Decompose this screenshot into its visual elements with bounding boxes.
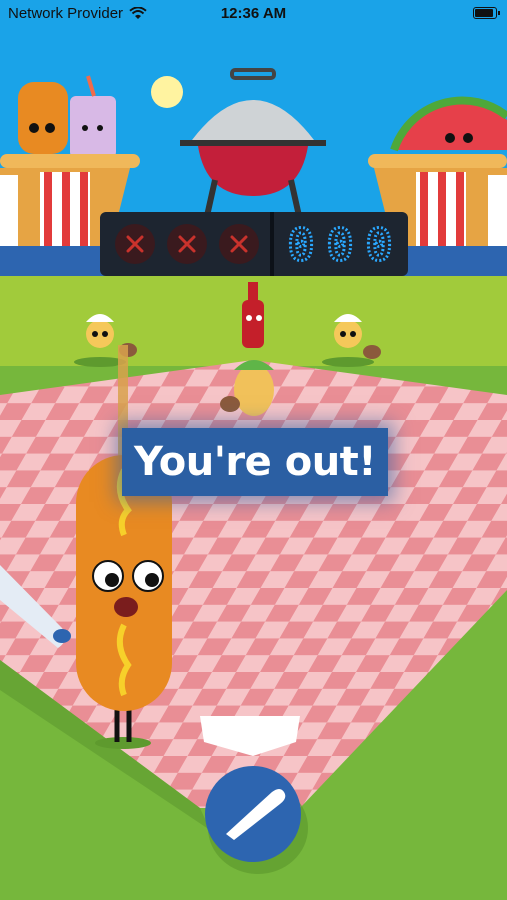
status-bar: Network Provider 12:36 AM [0,0,507,28]
out-message-text: You're out! [133,439,377,485]
swing-button[interactable] [205,766,301,862]
score-display: 000 [286,219,394,273]
score-digit: 0 [327,220,354,271]
clock: 12:36 AM [220,5,287,22]
scoreboard: 000 [100,212,408,276]
x-icon [115,224,155,264]
score-digit: 0 [288,220,315,271]
x-icon [167,224,207,264]
strike-indicators [115,224,259,264]
x-icon [219,224,259,264]
battery-icon [473,7,500,19]
out-message-banner: You're out! [122,428,388,496]
sun [151,76,183,108]
score-digit: 0 [366,220,393,271]
